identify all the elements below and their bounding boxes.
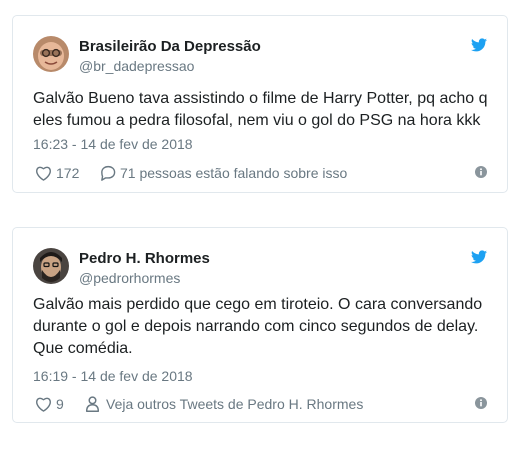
- profile-link-label: Veja outros Tweets de Pedro H. Rhormes: [106, 396, 364, 412]
- heart-icon: [35, 165, 52, 181]
- info-icon[interactable]: [475, 397, 487, 409]
- tweet-card[interactable]: Brasileirão Da Depressão @br_dadepressao…: [12, 15, 508, 193]
- info-icon[interactable]: [475, 166, 487, 178]
- author-name[interactable]: Brasileirão Da Depressão: [79, 38, 261, 55]
- tweet-header: Brasileirão Da Depressão @br_dadepressao: [33, 36, 487, 76]
- like-count: 9: [56, 396, 64, 412]
- tweet-text-line: eles fumou a pedra filosofal, nem viu o …: [33, 112, 481, 129]
- tweet-actions: 172 71 pessoas estão falando sobre isso: [33, 163, 487, 183]
- reply-conversation-link[interactable]: 71 pessoas estão falando sobre isso: [99, 163, 347, 183]
- avatar[interactable]: [33, 248, 69, 284]
- tweet-text-line: Galvão mais perdido que cego em tiroteio…: [33, 296, 483, 313]
- like-button[interactable]: 172: [35, 163, 79, 183]
- author-handle[interactable]: @br_dadepressao: [79, 58, 194, 74]
- tweet-text-line: Que comédia.: [33, 340, 133, 357]
- profile-link[interactable]: Veja outros Tweets de Pedro H. Rhormes: [85, 394, 363, 414]
- author-name[interactable]: Pedro H. Rhormes: [79, 250, 210, 267]
- heart-icon: [35, 396, 52, 412]
- reply-bubble-icon: [99, 165, 116, 181]
- tweet-text: Galvão Bueno tava assistindo o filme de …: [33, 88, 493, 132]
- avatar[interactable]: [33, 36, 69, 72]
- tweet-header: Pedro H. Rhormes @pedrorhormes: [33, 248, 487, 288]
- twitter-bird-icon[interactable]: [471, 38, 487, 52]
- tweet-card[interactable]: Pedro H. Rhormes @pedrorhormes Galvão ma…: [12, 227, 508, 423]
- tweet-actions: 9 Veja outros Tweets de Pedro H. Rhormes: [33, 394, 487, 414]
- like-button[interactable]: 9: [35, 394, 64, 414]
- person-icon: [85, 396, 100, 412]
- like-count: 172: [56, 165, 80, 181]
- reply-conversation-label: 71 pessoas estão falando sobre isso: [120, 165, 348, 181]
- tweet-timestamp[interactable]: 16:19 - 14 de fev de 2018: [33, 368, 193, 384]
- tweet-text-line: durante o gol e depois narrando com cinc…: [33, 318, 479, 335]
- author-handle[interactable]: @pedrorhormes: [79, 270, 180, 286]
- tweet-text-line: Galvão Bueno tava assistindo o filme de …: [33, 90, 488, 107]
- tweet-timestamp[interactable]: 16:23 - 14 de fev de 2018: [33, 136, 193, 152]
- twitter-bird-icon[interactable]: [471, 250, 487, 264]
- tweet-text: Galvão mais perdido que cego em tiroteio…: [33, 294, 493, 360]
